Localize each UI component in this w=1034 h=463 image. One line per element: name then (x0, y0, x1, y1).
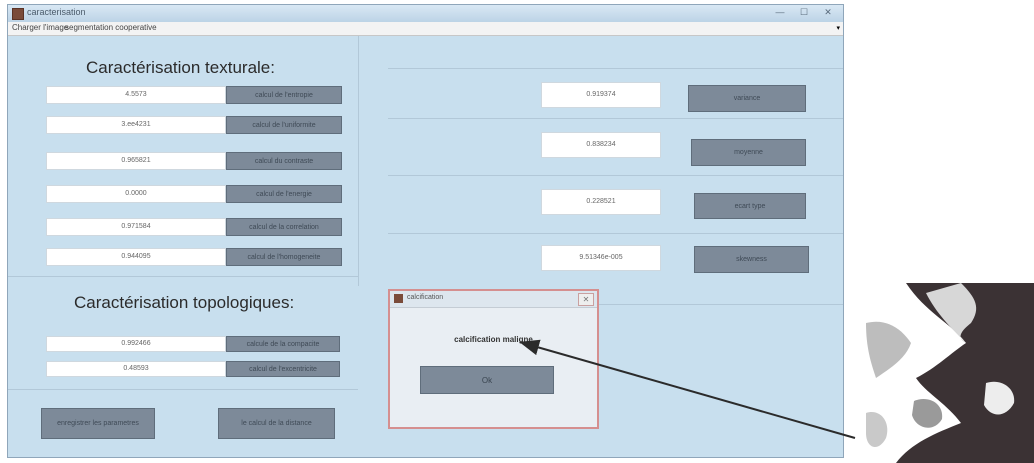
maximize-icon[interactable]: ☐ (793, 6, 815, 19)
correlation-button[interactable]: calcul de la correlation (226, 218, 342, 236)
topological-heading: Caractérisation topologiques: (74, 293, 295, 312)
app-icon (12, 8, 24, 20)
entropy-button[interactable]: calcul de l'entropie (226, 86, 342, 104)
menu-segmentation[interactable]: segmentation cooperative (65, 23, 157, 32)
distance-button[interactable]: le calcul de la distance (218, 408, 335, 439)
std-value: 0.228521 (541, 189, 661, 215)
textural-heading: Caractérisation texturale: (86, 58, 275, 77)
energy-value: 0.0000 (46, 185, 226, 203)
std-button[interactable]: ecart type (694, 193, 806, 219)
divider (388, 118, 843, 119)
mean-value: 0.838234 (541, 132, 661, 158)
divider (388, 175, 843, 176)
contrast-value: 0.965821 (46, 152, 226, 170)
compactness-button[interactable]: calcule de la compacite (226, 336, 340, 352)
dialog-close-icon[interactable]: ✕ (578, 293, 594, 306)
divider (358, 36, 359, 286)
uniformity-value: 3.ee4231 (46, 116, 226, 134)
homogeneity-button[interactable]: calcul de l'homogeneite (226, 248, 342, 266)
eccentricity-value: 0.48593 (46, 361, 226, 377)
segmentation-thumbnail (866, 283, 1034, 463)
homogeneity-value: 0.944095 (46, 248, 226, 266)
window-title: caracterisation (27, 7, 86, 17)
dialog-app-icon (394, 294, 403, 303)
energy-button[interactable]: calcul de l'energie (226, 185, 342, 203)
uniformity-button[interactable]: calcul de l'uniformite (226, 116, 342, 134)
menu-arrow-icon[interactable]: ▾ (836, 24, 840, 32)
variance-button[interactable]: variance (688, 85, 806, 112)
divider (8, 276, 358, 277)
entropy-value: 4.5573 (46, 86, 226, 104)
correlation-value: 0.971584 (46, 218, 226, 236)
divider (8, 389, 358, 390)
dialog-title: calcification (407, 294, 444, 301)
calcification-dialog: calcification ✕ calcification maligne Ok (388, 289, 599, 429)
skewness-button[interactable]: skewness (694, 246, 809, 273)
contrast-button[interactable]: calcul du contraste (226, 152, 342, 170)
menu-charger-image[interactable]: Charger l'image (12, 23, 68, 32)
dialog-title-bar[interactable]: calcification ✕ (390, 291, 597, 308)
skewness-value: 9.51346e-005 (541, 245, 661, 271)
divider (388, 233, 843, 234)
mean-button[interactable]: moyenne (691, 139, 806, 166)
eccentricity-button[interactable]: calcul de l'excentricite (226, 361, 340, 377)
title-bar[interactable]: caracterisation — ☐ ✕ (8, 5, 843, 23)
variance-value: 0.919374 (541, 82, 661, 108)
close-icon[interactable]: ✕ (817, 6, 839, 19)
divider (388, 68, 843, 69)
minimize-icon[interactable]: — (769, 6, 791, 19)
dialog-message: calcification maligne (454, 335, 533, 344)
menu-bar: Charger l'image segmentation cooperative… (8, 22, 843, 36)
compactness-value: 0.992466 (46, 336, 226, 352)
save-parameters-button[interactable]: enregistrer les parametres (41, 408, 155, 439)
ok-button[interactable]: Ok (420, 366, 554, 394)
